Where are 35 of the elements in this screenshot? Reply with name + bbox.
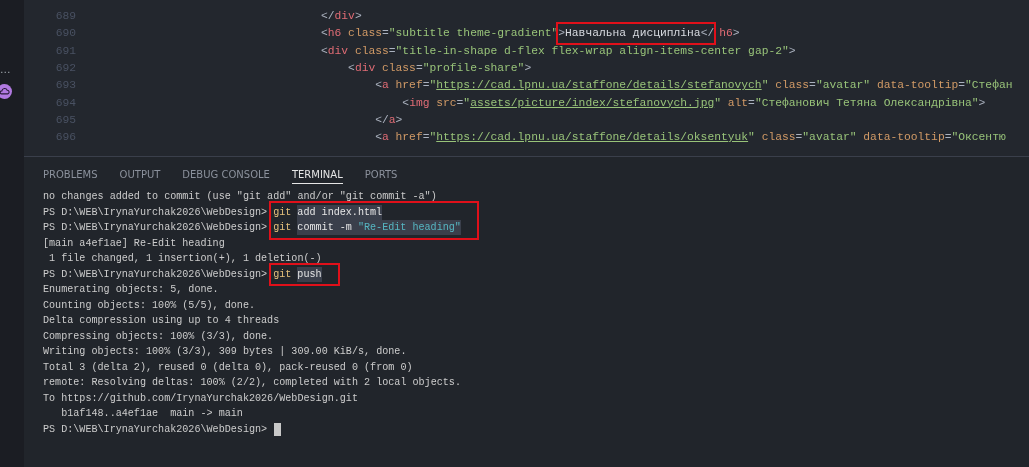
terminal-command: git add index.html <box>273 204 384 220</box>
terminal-output-line: Total 3 (delta 2), reused 0 (delta 0), pack-reused 0 (from 0) <box>43 360 414 375</box>
panel-tab[interactable]: OUTPUT <box>119 165 161 184</box>
terminal-prompt: PS D:\WEB\IrynaYurchak2026\WebDesign> <box>43 267 268 282</box>
cloud-icon[interactable] <box>0 84 12 99</box>
terminal-command: git push <box>273 266 322 282</box>
terminal-output-line: Enumerating objects: 5, done. <box>43 283 220 297</box>
panel-tab[interactable]: TERMINAL <box>291 165 343 184</box>
highlight-frame: >Навчальна дисципліна</ <box>558 24 715 44</box>
terminal-prompt: PS D:\WEB\IrynaYurchak2026\WebDesign> <box>43 205 268 220</box>
code-line: </div> <box>321 9 362 25</box>
terminal-prompt: PS D:\WEB\IrynaYurchak2026\WebDesign> <box>43 422 268 437</box>
more-actions[interactable]: ... <box>0 64 11 75</box>
terminal-output-line: no changes added to commit (use "git add" and/or "git commit -a") <box>43 190 438 204</box>
terminal-prompt: PS D:\WEB\IrynaYurchak2026\WebDesign> <box>43 221 268 236</box>
terminal-output-line: Delta compression using up to 4 threads <box>43 314 281 328</box>
panel-tab[interactable]: DEBUG CONSOLE <box>182 165 270 184</box>
code-line: <h6 class="subtitle theme-gradient">Навчальна дисципліна</ h6> <box>321 25 740 43</box>
terminal-output-line: Writing objects: 100% (3/3), 309 bytes | 309.00 KiB/s, done. <box>43 345 408 359</box>
terminal-output-line: Counting objects: 100% (5/5), done. <box>43 298 256 313</box>
terminal-output-line: Compressing objects: 100% (3/3), done. <box>43 329 275 344</box>
code-line: <img src="assets/picture/index/stefanovych.jpg" alt="Стефанович Тетяна Олександрівна"> <box>402 95 986 111</box>
code-line: </a> <box>375 112 403 128</box>
terminal-command: git commit -m "Re-Edit heading" <box>273 220 461 236</box>
panel-tab[interactable]: PORTS <box>364 165 398 184</box>
code-line: <div class="title-in-shape d-flex flex-wrap align-items-center gap-2"> <box>321 43 796 59</box>
panel-tab[interactable]: PROBLEMS <box>43 165 98 184</box>
code-line: <div class="profile-share"> <box>348 61 532 77</box>
terminal-output-line: [main a4ef1ae] Re-Edit heading <box>43 236 226 251</box>
code-line: <a href="https://cad.lpnu.ua/staffone/details/stefanovych" class="avatar" data-tooltip="Стефан <box>375 78 1013 94</box>
terminal-output-line: b1af148..a4ef1ae main -> main <box>60 407 244 421</box>
code-line: <a href="https://cad.lpnu.ua/staffone/details/oksentyuk" class="avatar" data-tooltip="Оксентю <box>375 130 1006 146</box>
terminal-output-line: remote: Resolving deltas: 100% (2/2), completed with 2 local objects. <box>43 376 462 390</box>
terminal-output-line: To https://github.com/IrynaYurchak2026/WebDesign.git <box>43 391 359 406</box>
terminal-output-line: 1 file changed, 1 insertion(+), 1 deletion(-) <box>48 252 323 266</box>
